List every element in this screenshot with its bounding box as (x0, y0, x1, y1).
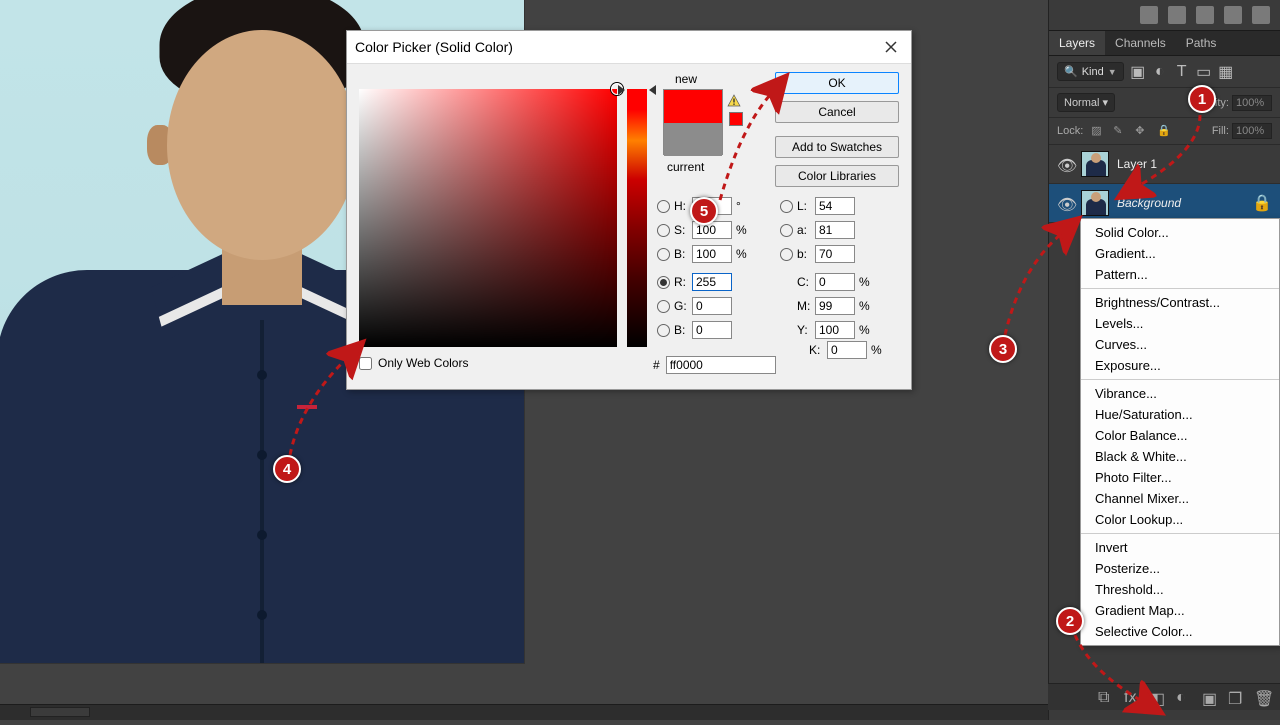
annotation-badge-2: 2 (1056, 607, 1084, 635)
annotation-badge-3: 3 (989, 335, 1017, 363)
annotation-badge-1: 1 (1188, 85, 1216, 113)
annotation-badge-5: 5 (690, 197, 718, 225)
annotation-badge-4: 4 (273, 455, 301, 483)
annotation-arrow (0, 0, 1280, 725)
